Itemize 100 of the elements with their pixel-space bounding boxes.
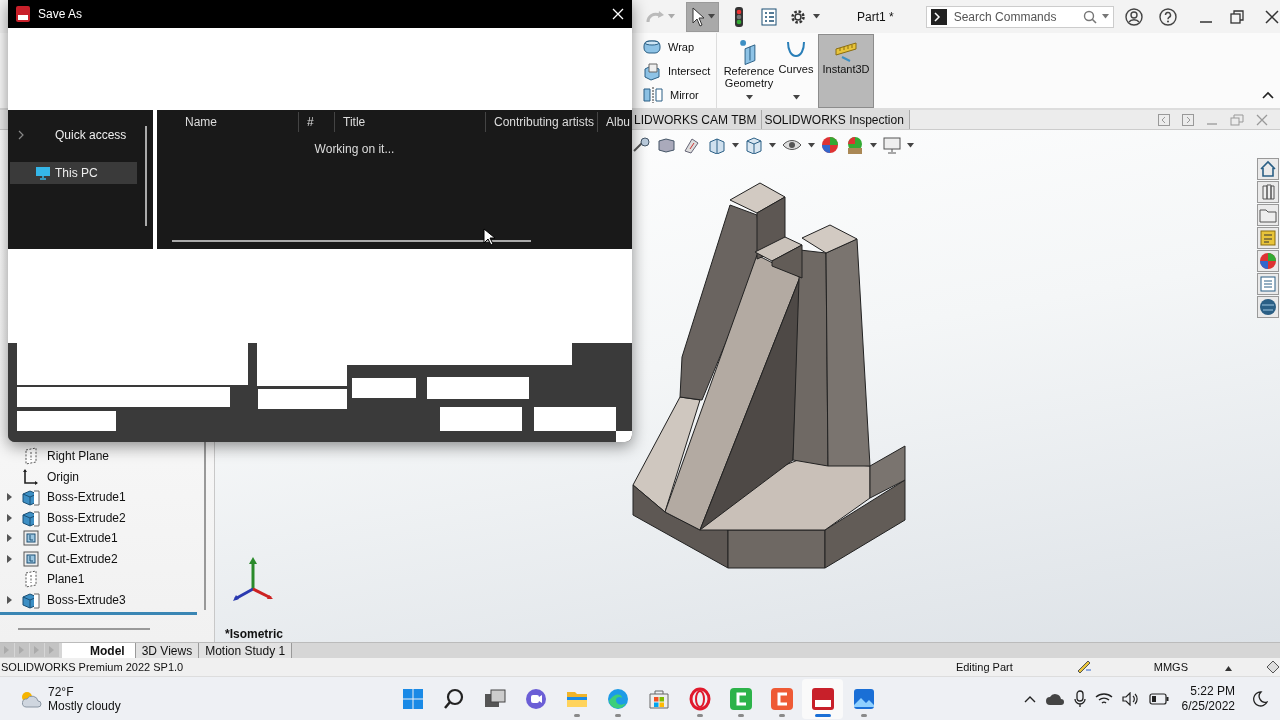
mirror-icon bbox=[642, 86, 664, 104]
ribbon-tool[interactable]: Curves bbox=[777, 34, 815, 108]
column-header[interactable]: Albu bbox=[598, 112, 632, 132]
temperature: 72°F bbox=[48, 684, 75, 699]
zoom-fit-icon[interactable] bbox=[632, 137, 652, 153]
feature-tree-item[interactable]: Boss-Extrude2 bbox=[0, 507, 214, 528]
appearance-icon[interactable] bbox=[820, 135, 840, 155]
chevron-icon[interactable] bbox=[18, 130, 24, 140]
caret-icon[interactable] bbox=[808, 142, 815, 148]
feature-tree-item[interactable]: Origin bbox=[0, 466, 214, 487]
traffic-light-icon[interactable] bbox=[734, 5, 744, 28]
caret-icon[interactable] bbox=[732, 142, 739, 148]
command-tab[interactable]: LIDWORKS CAM TBM bbox=[632, 110, 763, 129]
scene-icon[interactable] bbox=[845, 135, 865, 155]
ribbon-tool[interactable]: Mirror bbox=[640, 83, 716, 107]
globe-icon[interactable] bbox=[1257, 296, 1279, 318]
loading-message: Working on it... bbox=[314, 142, 395, 156]
wrap-icon bbox=[642, 38, 662, 56]
model-tab[interactable]: 3D Views bbox=[135, 643, 200, 658]
model-tab[interactable]: Model bbox=[62, 643, 136, 658]
user-icon[interactable] bbox=[1124, 7, 1143, 26]
restore-icon[interactable] bbox=[1229, 9, 1244, 24]
expand-icon[interactable] bbox=[7, 493, 13, 502]
search-field[interactable]: Search Commands bbox=[951, 8, 1078, 25]
appearance-icon[interactable] bbox=[1257, 250, 1279, 272]
chevron-up-icon[interactable] bbox=[1023, 694, 1036, 703]
column-header[interactable]: Contributing artists bbox=[486, 112, 598, 132]
caret-icon[interactable] bbox=[769, 142, 776, 148]
property-icon[interactable] bbox=[1257, 227, 1279, 249]
navigation-item[interactable]: Quick access bbox=[10, 124, 137, 146]
expand-icon[interactable] bbox=[7, 595, 13, 604]
terminal-icon bbox=[930, 8, 947, 25]
feature-tree-item[interactable]: Cut-Extrude2 bbox=[0, 548, 214, 569]
caret-icon[interactable] bbox=[870, 142, 877, 148]
column-header[interactable]: # bbox=[299, 112, 335, 132]
command-tab[interactable]: SOLIDWORKS Inspection bbox=[762, 110, 910, 129]
speaker-icon[interactable] bbox=[1121, 691, 1140, 706]
search-box[interactable]: Search Commands bbox=[925, 5, 1114, 28]
help-icon[interactable] bbox=[1158, 7, 1177, 26]
caret-icon[interactable] bbox=[745, 95, 753, 100]
expand-icon[interactable] bbox=[7, 513, 13, 522]
feature-tree-item[interactable]: Cut-Extrude1 bbox=[0, 528, 214, 549]
list-icon[interactable] bbox=[761, 7, 777, 26]
view-orientation-icon[interactable] bbox=[744, 136, 764, 154]
battery-icon[interactable] bbox=[1148, 692, 1169, 705]
windows-start-icon[interactable] bbox=[400, 686, 425, 711]
expand-icon[interactable] bbox=[7, 534, 13, 543]
extrude-icon bbox=[21, 488, 41, 507]
close-icon[interactable] bbox=[1264, 9, 1279, 24]
column-header[interactable]: Name bbox=[177, 112, 299, 132]
ribbon-tool[interactable]: Reference Geometry bbox=[721, 34, 777, 108]
ribbon-tool[interactable]: Intersect bbox=[640, 59, 716, 83]
home-icon[interactable] bbox=[1257, 158, 1279, 180]
cursor-icon bbox=[690, 6, 705, 27]
letter-c-icon[interactable] bbox=[769, 686, 794, 711]
ribbon-tool[interactable]: Instant3D bbox=[818, 34, 874, 108]
weather-condition: Mostly cloudy bbox=[48, 698, 121, 713]
clock-time[interactable]: 5:22 PM bbox=[1181, 683, 1235, 699]
zoom-area-icon[interactable] bbox=[657, 137, 677, 153]
caret-icon[interactable] bbox=[907, 142, 914, 148]
feature-tree-item[interactable]: Right Plane bbox=[0, 446, 214, 467]
intersect-icon bbox=[642, 61, 662, 81]
cloud-icon[interactable] bbox=[1044, 691, 1065, 706]
plane-icon bbox=[23, 570, 39, 589]
select-tool-button[interactable] bbox=[686, 1, 719, 32]
editing-status: Editing Part bbox=[955, 661, 1013, 673]
chat-icon[interactable] bbox=[523, 686, 548, 711]
clock-date[interactable]: 6/25/2022 bbox=[1181, 698, 1235, 714]
ruler-icon bbox=[834, 39, 858, 63]
caret-icon[interactable] bbox=[813, 14, 820, 19]
letter-c-icon[interactable] bbox=[728, 686, 753, 711]
origin-icon bbox=[22, 467, 40, 486]
feature-tree-item[interactable]: Plane1 bbox=[0, 569, 214, 590]
cut-extrude-icon bbox=[22, 529, 40, 548]
browser-icon[interactable] bbox=[605, 686, 630, 711]
caret-icon[interactable] bbox=[792, 95, 800, 100]
list-icon[interactable] bbox=[1257, 273, 1279, 295]
units-label[interactable]: MMGS bbox=[1153, 661, 1188, 673]
wifi-icon[interactable] bbox=[1094, 691, 1113, 706]
product-version: SOLIDWORKS Premium 2022 SP1.0 bbox=[1, 661, 184, 673]
moon-icon[interactable] bbox=[1252, 690, 1268, 707]
ring-icon[interactable] bbox=[687, 686, 712, 711]
search-icon[interactable] bbox=[441, 686, 466, 711]
document-title: Part1 * bbox=[857, 9, 894, 24]
section-view-icon[interactable] bbox=[707, 136, 727, 154]
column-header[interactable]: Title bbox=[335, 112, 486, 132]
ribbon-tool[interactable]: Wrap bbox=[640, 35, 716, 59]
photos-icon[interactable] bbox=[851, 686, 876, 711]
collapse-icon[interactable] bbox=[1262, 91, 1274, 99]
microphone-icon[interactable] bbox=[1073, 689, 1086, 708]
eye-icon[interactable] bbox=[781, 137, 803, 153]
model-tab[interactable]: Motion Study 1 bbox=[199, 643, 293, 658]
feature-tree-item[interactable]: Boss-Extrude1 bbox=[0, 487, 214, 508]
caret-icon[interactable] bbox=[1225, 666, 1232, 671]
navigation-item[interactable]: This PC bbox=[10, 162, 137, 184]
cursor-icon bbox=[483, 228, 495, 246]
settings-icon[interactable] bbox=[789, 7, 807, 26]
feature-tree-item[interactable]: Boss-Extrude3 bbox=[0, 589, 214, 610]
parts-icon[interactable] bbox=[1257, 181, 1279, 203]
expand-icon[interactable] bbox=[7, 554, 13, 563]
